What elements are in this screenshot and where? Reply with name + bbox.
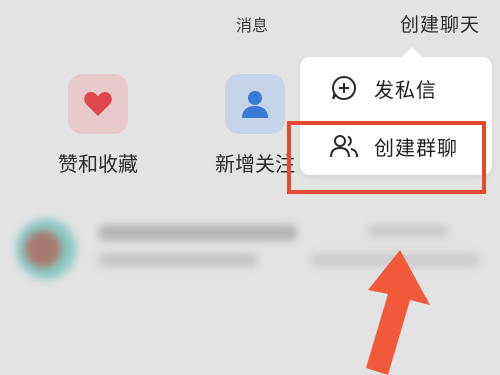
plus-chat-icon (330, 74, 358, 102)
likes-and-favorites-entry[interactable]: 赞和收藏 (48, 74, 148, 177)
followers-tile (225, 74, 285, 134)
conversation-time-placeholder (368, 225, 448, 237)
top-bar: 消息 创建聊天 (0, 0, 500, 44)
send-private-message-label: 发私信 (374, 77, 437, 102)
heart-icon (84, 92, 112, 116)
create-chat-button[interactable]: 创建聊天 (400, 10, 480, 37)
pointer-arrow-icon (366, 250, 430, 375)
avatar (16, 219, 76, 279)
highlight-box (287, 121, 486, 194)
send-private-message-item[interactable]: 发私信 (300, 63, 492, 113)
conversation-preview-placeholder (98, 253, 258, 267)
likes-tile (68, 74, 128, 134)
page-title: 消息 (235, 16, 268, 35)
likes-label: 赞和收藏 (58, 152, 138, 176)
conversation-name-placeholder (98, 225, 298, 241)
person-icon (242, 91, 268, 118)
